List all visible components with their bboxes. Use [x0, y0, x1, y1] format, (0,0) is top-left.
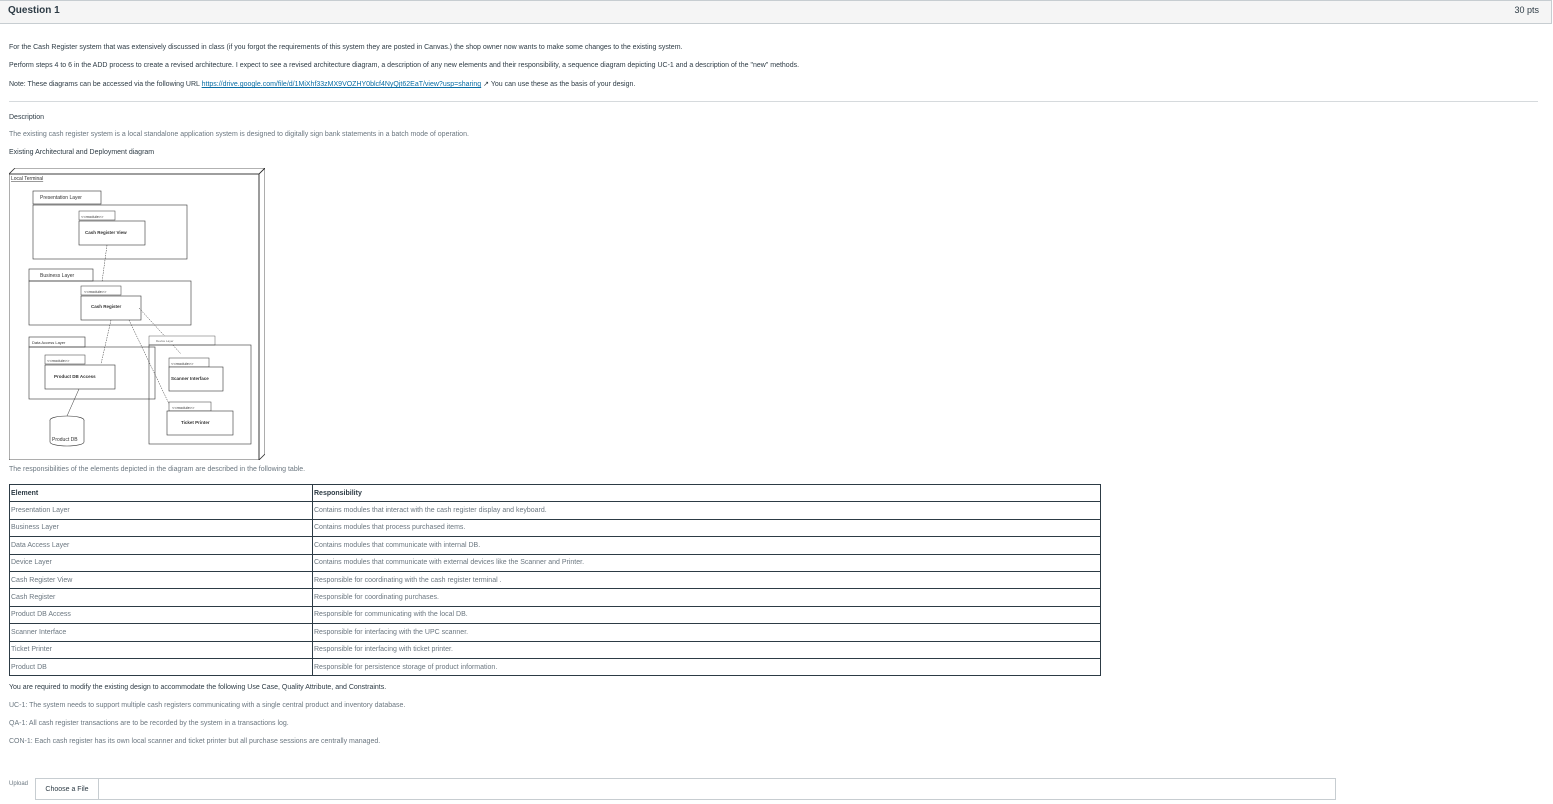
- table-intro: The responsibilities of the elements dep…: [9, 466, 306, 473]
- architecture-diagram: Local Terminal Presentation Layer <<modu…: [8, 167, 266, 461]
- element-cell: Cash Register: [9, 588, 313, 607]
- scanner-interface-box: Scanner Interface: [171, 376, 209, 381]
- module-stereotype: <<module>>: [81, 214, 104, 219]
- module-stereotype: <<module>>: [84, 289, 107, 294]
- module-stereotype: <<module>>: [172, 405, 195, 410]
- cash-register-view-box: Cash Register View: [85, 230, 127, 235]
- table-row: Cash Register View Responsible for coordi…: [9, 570, 1101, 590]
- responsibility-cell: Contains modules that communicate with e…: [312, 553, 1101, 572]
- upload-label: Upload: [9, 781, 29, 787]
- responsibilities-table: Element Responsibility Presentation Laye…: [9, 483, 1101, 677]
- table-row: Device Layer Contains modules that commun…: [9, 553, 1101, 572]
- column-header-responsibility: Responsibility: [312, 483, 1101, 503]
- element-cell: Ticket Printer: [9, 640, 313, 659]
- element-cell: Scanner Interface: [9, 623, 313, 642]
- node-label-local-terminal: Local Terminal: [11, 176, 43, 182]
- table-row: Cash Register Responsible for coordinatin…: [9, 588, 1101, 607]
- responsibility-cell: Responsible for coordinating with the ca…: [312, 570, 1101, 590]
- element-cell: Business Layer: [9, 518, 313, 538]
- table-row: Product DB Access Responsible for communi…: [9, 605, 1101, 625]
- product-db-access-box: Product DB Access: [54, 374, 96, 379]
- responsibility-cell: Responsible for interfacing with ticket …: [312, 640, 1101, 659]
- file-upload-field[interactable]: Choose a File: [35, 778, 1336, 800]
- element-cell: Presentation Layer: [9, 501, 313, 520]
- diagram-url-link[interactable]: https://drive.google.com/file/d/1MiXhf33…: [202, 81, 482, 88]
- column-header-element: Element: [9, 483, 313, 503]
- table-header-row: Element Responsibility: [9, 483, 1101, 503]
- question-title: Question 1: [8, 5, 60, 16]
- description-text: The existing cash register system is a l…: [9, 131, 469, 138]
- diagram-heading: Existing Architectural and Deployment di…: [9, 149, 155, 156]
- responsibility-cell: Contains modules that interact with the …: [312, 501, 1101, 520]
- divider: [9, 101, 1538, 102]
- requirements-heading: You are required to modify the existing …: [9, 684, 387, 691]
- note-prefix: Note: These diagrams can be accessed via…: [9, 81, 202, 88]
- table-row: Presentation Layer Contains modules that …: [9, 501, 1101, 520]
- note-suffix: You can use these as the basis of your d…: [489, 81, 636, 88]
- module-stereotype: <<module>>: [171, 361, 194, 366]
- description-heading: Description: [9, 114, 45, 121]
- responsibility-cell: Responsible for interfacing with the UPC…: [312, 623, 1101, 642]
- cash-register-box: Cash Register: [91, 304, 122, 309]
- product-db-cylinder: Product DB: [52, 437, 78, 443]
- module-stereotype: <<module>>: [47, 358, 70, 363]
- responsibility-cell: Responsible for communicating with the l…: [312, 605, 1101, 625]
- intro-paragraph-1: For the Cash Register system that was ex…: [9, 44, 683, 51]
- data-access-layer-label: Data Access Layer: [32, 340, 66, 345]
- ticket-printer-box: Ticket Printer: [181, 420, 210, 425]
- use-case-uc1: UC-1: The system needs to support multip…: [9, 702, 406, 709]
- business-layer-label: Business Layer: [40, 273, 75, 279]
- table-row: Ticket Printer Responsible for interfacin…: [9, 640, 1101, 659]
- element-cell: Data Access Layer: [9, 536, 313, 555]
- table-row: Product DB Responsible for persistence st…: [9, 657, 1101, 677]
- intro-paragraph-3: Note: These diagrams can be accessed via…: [9, 80, 635, 88]
- responsibility-cell: Responsible for coordinating purchases.: [312, 588, 1101, 607]
- quality-attribute-qa1: QA-1: All cash register transactions are…: [9, 720, 289, 727]
- choose-file-button[interactable]: Choose a File: [36, 779, 99, 799]
- question-header: Question 1 30 pts: [0, 0, 1552, 24]
- table-row: Scanner Interface Responsible for interfa…: [9, 623, 1101, 642]
- table-row: Business Layer Contains modules that proc…: [9, 518, 1101, 538]
- element-cell: Device Layer: [9, 553, 313, 572]
- responsibility-cell: Contains modules that process purchased …: [312, 518, 1101, 538]
- element-cell: Cash Register View: [9, 570, 313, 590]
- responsibility-cell: Contains modules that communicate with i…: [312, 536, 1101, 555]
- element-cell: Product DB: [9, 657, 313, 677]
- intro-paragraph-2: Perform steps 4 to 6 in the ADD process …: [9, 62, 800, 69]
- responsibility-cell: Responsible for persistence storage of p…: [312, 657, 1101, 677]
- question-points: 30 pts: [1514, 5, 1539, 15]
- device-layer-label: Device Layer: [156, 339, 174, 343]
- element-cell: Product DB Access: [9, 605, 313, 625]
- constraint-con1: CON-1: Each cash register has its own lo…: [9, 738, 381, 745]
- presentation-layer-label: Presentation Layer: [40, 195, 82, 201]
- table-row: Data Access Layer Contains modules that c…: [9, 536, 1101, 555]
